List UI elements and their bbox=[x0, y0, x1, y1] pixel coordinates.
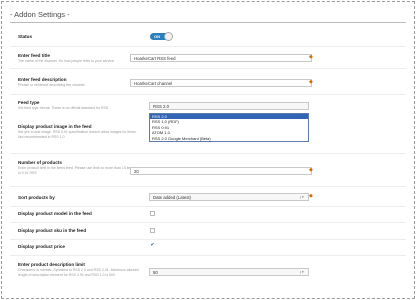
status-toggle-text: ON bbox=[154, 34, 160, 39]
status-toggle[interactable]: ON bbox=[150, 32, 173, 41]
sort-label: Sort products by bbox=[18, 195, 55, 200]
page-title: - Addon Settings - bbox=[10, 10, 70, 19]
product-image-help: Set yes to add image. RSS 0.91 specifica… bbox=[18, 130, 137, 139]
feed-type-value: RSS 2.0 bbox=[153, 104, 170, 109]
required-marker-icon: ◆ bbox=[309, 193, 313, 199]
feed-title-input[interactable]: HoarkeCart RSS feed bbox=[130, 54, 312, 62]
chevron-down-icon: ▾ bbox=[300, 270, 306, 274]
num-products-input[interactable]: 20 bbox=[130, 167, 312, 175]
feed-type-help: Set feed type format. These is no offici… bbox=[18, 106, 110, 110]
divider bbox=[10, 255, 406, 256]
sort-select[interactable]: Date added (Latest) ▾ bbox=[149, 193, 309, 201]
product-price-checkbox[interactable]: ✔ bbox=[150, 243, 155, 248]
product-sku-checkbox[interactable] bbox=[150, 228, 155, 233]
feed-type-select[interactable]: RSS 2.0 bbox=[149, 102, 309, 110]
product-image-label: Display product image in the feed bbox=[18, 124, 92, 129]
toggle-knob bbox=[164, 32, 173, 41]
required-marker-icon: ◆ bbox=[309, 54, 313, 60]
check-icon: ✔ bbox=[150, 242, 155, 248]
feed-description-help: Phrase or sentence describing the channe… bbox=[18, 83, 86, 87]
required-marker-icon: ◆ bbox=[309, 79, 313, 85]
chevron-down-icon: ▾ bbox=[300, 195, 306, 199]
feed-type-options: RSS 2.0 RSS 1.0 (RDF) RSS 0.91 ATOM 1.0 … bbox=[149, 113, 309, 142]
divider bbox=[10, 153, 406, 154]
desc-limit-select[interactable]: 50 ▾ bbox=[149, 268, 309, 276]
product-model-label: Display product model in the feed bbox=[18, 211, 92, 216]
feed-type-option[interactable]: RSS 2.0 Google Merchant (Beta) bbox=[150, 136, 308, 141]
divider bbox=[10, 68, 406, 69]
divider bbox=[10, 222, 406, 223]
product-price-label: Display product price bbox=[18, 244, 65, 249]
divider bbox=[10, 239, 406, 240]
desc-limit-help: Characters in number. Sprinkled to RSS 2… bbox=[18, 268, 139, 277]
num-products-help: Enter product limit in the items feed. P… bbox=[18, 166, 136, 175]
desc-limit-label: Enter product description limit bbox=[18, 262, 85, 267]
feed-type-label: Feed type bbox=[18, 100, 40, 105]
divider bbox=[10, 186, 406, 187]
divider bbox=[10, 206, 406, 207]
feed-title-label: Enter feed title bbox=[18, 53, 50, 58]
num-products-label: Number of products bbox=[18, 160, 62, 165]
required-marker-icon: ◆ bbox=[309, 167, 313, 173]
feed-description-input[interactable]: HoarkeCart channel bbox=[130, 79, 312, 87]
divider bbox=[10, 94, 406, 95]
product-sku-label: Display product sku in the feed bbox=[18, 228, 87, 233]
desc-limit-value: 50 bbox=[153, 270, 158, 275]
divider bbox=[10, 46, 406, 47]
status-label: Status bbox=[18, 34, 33, 39]
sort-value: Date added (Latest) bbox=[153, 195, 191, 200]
feed-title-help: The name of the channel. It's how people… bbox=[18, 59, 115, 63]
title-divider bbox=[10, 22, 406, 23]
feed-description-label: Enter feed description bbox=[18, 77, 67, 82]
product-model-checkbox[interactable] bbox=[150, 211, 155, 216]
